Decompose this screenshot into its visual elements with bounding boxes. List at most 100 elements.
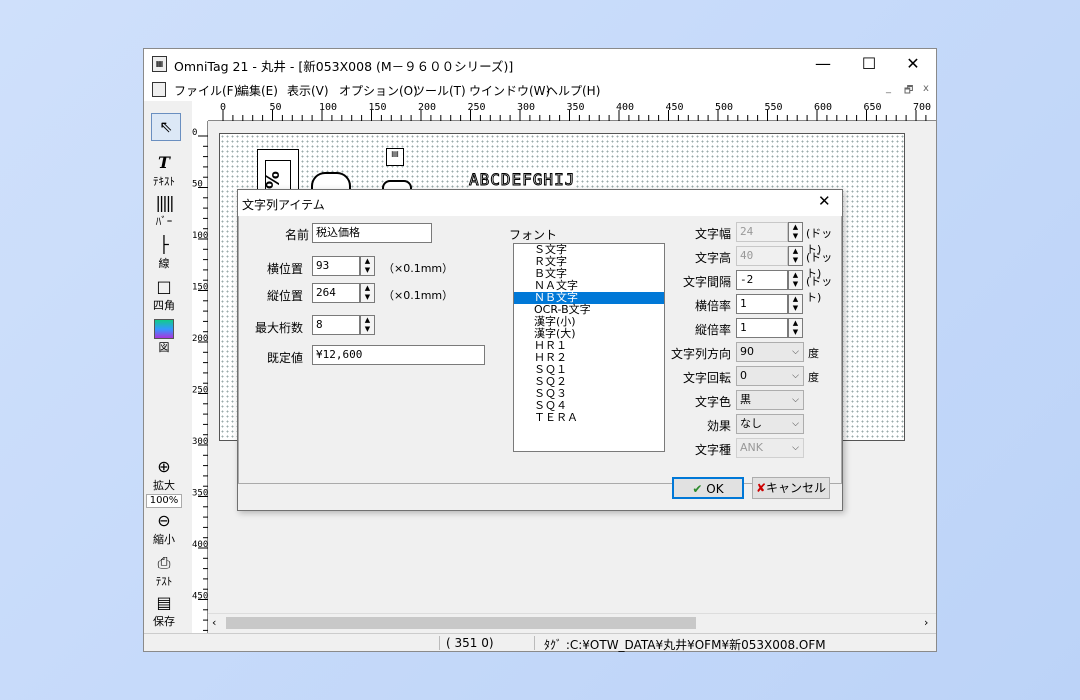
barcode-tool-label: ﾊﾞｰ: [155, 215, 173, 228]
zoom-in-label: 拡大: [153, 479, 175, 492]
ruler-label: 650: [864, 102, 882, 113]
x-position-spinner[interactable]: ▲ ▼: [360, 256, 375, 276]
chevron-down-icon: ⌵: [792, 347, 799, 357]
direction-select[interactable]: 90 ⌵: [736, 342, 804, 362]
mdi-minimize-button[interactable]: _: [886, 83, 891, 94]
color-select[interactable]: 黒 ⌵: [736, 390, 804, 410]
direction-label: 文字列方向: [670, 347, 731, 361]
name-label: 名前: [284, 228, 309, 242]
char-type-select[interactable]: ANK ⌵: [736, 438, 804, 458]
document-icon[interactable]: [152, 82, 166, 97]
ruler-label: 450: [192, 592, 208, 602]
select-tool[interactable]: ⇖: [148, 113, 184, 141]
ruler-label: 50: [192, 180, 203, 190]
max-digits-input[interactable]: 8: [312, 315, 360, 335]
char-height-label: 文字高: [694, 251, 731, 265]
ruler-ticks-vertical: 0 50 100 150 200 250 300 350 400 450: [192, 128, 208, 631]
mdi-restore-button[interactable]: 🗗: [904, 83, 913, 100]
scroll-thumb[interactable]: [226, 617, 696, 629]
ruler-label: 600: [814, 102, 832, 113]
name-input[interactable]: 税込価格: [312, 223, 432, 243]
toolbox: ⇖ T ﾃｷｽﾄ ||||| ﾊﾞｰ ├ 線 □ 四角 図 ⊕ 拡大 100% ⊖ 縮小 ⎙…: [144, 101, 192, 631]
char-spacing-unit: (ドット): [806, 275, 833, 304]
menu-options[interactable]: オプション(O): [339, 82, 418, 99]
image-tool[interactable]: 図: [146, 319, 182, 355]
close-button[interactable]: ✕: [890, 49, 936, 79]
sample-text-item[interactable]: ABCDEFGHIJ: [468, 170, 576, 190]
rotation-select[interactable]: 0 ⌵: [736, 366, 804, 386]
y-position-input[interactable]: 264: [312, 283, 360, 303]
title-bar[interactable]: ▦ OmniTag 21 - 丸井 - [新053X008 (M－９６００シリー…: [144, 49, 936, 79]
rect-tool[interactable]: □ 四角: [146, 277, 182, 313]
save-tool[interactable]: ▤ 保存: [146, 593, 182, 629]
scroll-left-icon[interactable]: ‹: [212, 616, 216, 629]
image-icon: [154, 319, 174, 339]
window-title: OmniTag 21 - 丸井 - [新053X008 (M－９６００シリーズ)…: [174, 59, 514, 74]
ruler-label: 300: [517, 102, 535, 113]
dialog-title-bar[interactable]: 文字列アイテム ✕: [238, 190, 842, 216]
printer-icon: ⎙: [157, 553, 171, 572]
chevron-down-icon: ⌵: [792, 395, 799, 405]
menu-edit[interactable]: 編集(E): [237, 82, 278, 99]
minimize-button[interactable]: —: [800, 49, 846, 79]
char-width-input[interactable]: 24: [736, 222, 788, 242]
menu-tools[interactable]: ツール(T): [413, 82, 466, 99]
default-value-label: 既定値: [266, 351, 303, 365]
zoom-out-tool[interactable]: ⊖ 縮小: [146, 511, 182, 547]
menu-view[interactable]: 表示(V): [287, 82, 329, 99]
text-tool-label: ﾃｷｽﾄ: [153, 175, 175, 188]
color-value: 黒: [740, 393, 751, 406]
v-scale-label: 縦倍率: [694, 323, 731, 337]
h-scale-spinner[interactable]: ▲ ▼: [788, 294, 803, 314]
scroll-right-icon[interactable]: ›: [924, 616, 928, 629]
char-width-spinner[interactable]: ▲ ▼: [788, 222, 803, 242]
char-height-spinner[interactable]: ▲ ▼: [788, 246, 803, 266]
menu-help[interactable]: ヘルプ(H): [546, 82, 600, 99]
ruler-label: 250: [192, 386, 208, 396]
menu-file[interactable]: ファイル(F): [174, 82, 238, 99]
maximize-button[interactable]: ☐: [846, 49, 892, 79]
y-position-spinner[interactable]: ▲ ▼: [360, 283, 375, 303]
font-listbox[interactable]: Ｓ文字 Ｒ文字 Ｂ文字 ＮＡ文字 ＮＢ文字 OCR-B文字 漢字(小) 漢字(大) ＨＲ１ ＨＲ２…: [513, 243, 665, 452]
font-list-item[interactable]: ＴＥＲＡ: [514, 412, 664, 424]
barcode-tool[interactable]: ||||| ﾊﾞｰ: [146, 193, 182, 229]
y-position-unit: （×0.1mm）: [383, 289, 454, 302]
ruler-label: 700: [913, 102, 931, 113]
menu-window[interactable]: ウインドウ(W): [469, 82, 550, 99]
rotation-unit: 度: [808, 371, 819, 384]
char-height-input[interactable]: 40: [736, 246, 788, 266]
line-tool[interactable]: ├ 線: [146, 235, 182, 271]
status-separator: [534, 636, 535, 650]
char-spacing-label: 文字間隔: [682, 275, 731, 289]
char-spacing-spinner[interactable]: ▲ ▼: [788, 270, 803, 290]
zoom-level: 100%: [146, 494, 182, 508]
ruler-label: 200: [192, 334, 208, 344]
char-spacing-input[interactable]: -2: [736, 270, 788, 290]
dialog-close-button[interactable]: ✕: [818, 192, 831, 210]
v-scale-spinner[interactable]: ▲ ▼: [788, 318, 803, 338]
horizontal-scrollbar[interactable]: ‹ ›: [208, 613, 936, 631]
x-icon: ✘: [755, 481, 767, 495]
effect-select[interactable]: なし ⌵: [736, 414, 804, 434]
checkmark-icon: ✔: [692, 482, 703, 496]
cancel-button[interactable]: ✘キャンセル: [752, 477, 830, 499]
small-icon-item[interactable]: ▤: [386, 148, 404, 166]
zoom-in-tool[interactable]: ⊕ 拡大: [146, 457, 182, 493]
v-scale-input[interactable]: 1: [736, 318, 788, 338]
line-tool-label: 線: [158, 257, 170, 270]
ok-label: OK: [706, 482, 724, 496]
mdi-close-button[interactable]: x: [923, 83, 929, 94]
rotation-value: 0: [740, 369, 747, 382]
x-position-input[interactable]: 93: [312, 256, 360, 276]
text-tool[interactable]: T ﾃｷｽﾄ: [146, 153, 182, 189]
h-scale-input[interactable]: 1: [736, 294, 788, 314]
test-print-tool[interactable]: ⎙ ﾃｽﾄ: [146, 553, 182, 589]
save-icon: ▤: [156, 593, 172, 612]
ok-button[interactable]: ✔ OK: [672, 477, 744, 499]
default-value-input[interactable]: ¥12,600: [312, 345, 485, 365]
ruler-label: 0: [192, 128, 197, 138]
ruler-label: 350: [567, 102, 585, 113]
max-digits-spinner[interactable]: ▲ ▼: [360, 315, 375, 335]
dialog-body: 名前 税込価格 横位置 93 ▲ ▼ （×0.1mm） 縦位置 264 ▲ ▼ （×…: [238, 216, 842, 484]
effect-label: 効果: [706, 419, 731, 433]
